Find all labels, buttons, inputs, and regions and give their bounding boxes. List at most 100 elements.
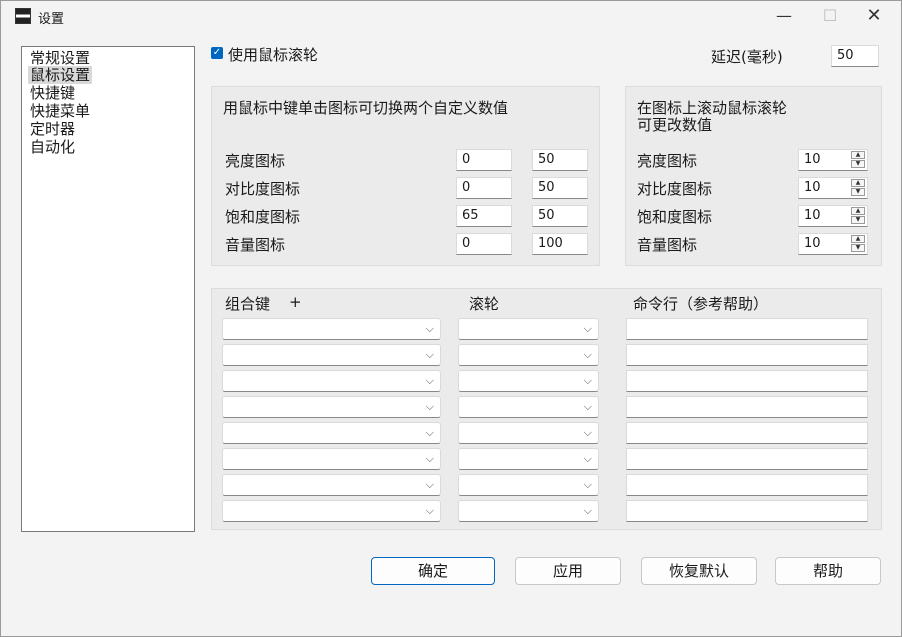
settings-window: 设置 — ☐ ✕ 常规设置 鼠标设置 快捷键 快捷菜单 定时器 自动化 ✓ 使用… [0, 0, 902, 637]
wheel-direction-select[interactable]: ⌵ [458, 422, 599, 444]
nav-item-automation[interactable]: 自动化 [28, 138, 77, 156]
wheel-direction-select[interactable]: ⌵ [458, 448, 599, 470]
scroll-saturation-spin-buttons: ▲ ▼ [851, 207, 866, 225]
apply-button[interactable]: 应用 [515, 557, 621, 585]
chevron-down-icon: ⌵ [583, 322, 592, 335]
middle-brightness-value1[interactable]: 0 [456, 149, 512, 171]
combo-key-select[interactable]: ⌵ [222, 370, 441, 392]
scroll-volume-spin-buttons: ▲ ▼ [851, 235, 866, 253]
chevron-down-icon: ⌵ [583, 426, 592, 439]
chevron-down-icon: ⌵ [583, 452, 592, 465]
scroll-contrast-spinner[interactable]: 10 ▲ ▼ [798, 177, 868, 199]
middle-saturation-value1[interactable]: 65 [456, 205, 512, 227]
spin-up-icon[interactable]: ▲ [851, 235, 865, 243]
scroll-volume-spinner[interactable]: 10 ▲ ▼ [798, 233, 868, 255]
combo-key-select[interactable]: ⌵ [222, 318, 441, 340]
col-header-combo: 组合键 [225, 295, 271, 313]
middle-volume-label: 音量图标 [225, 236, 286, 254]
spin-down-icon[interactable]: ▼ [851, 188, 865, 196]
spin-up-icon[interactable]: ▲ [851, 207, 865, 215]
wheel-direction-select[interactable]: ⌵ [458, 474, 599, 496]
scroll-saturation-label: 饱和度图标 [637, 208, 713, 226]
middle-contrast-value2[interactable]: 50 [532, 177, 588, 199]
col-header-command: 命令行（参考帮助） [633, 295, 769, 313]
bindings-group: 组合键 + 滚轮 命令行（参考帮助） ⌵ ⌵ ⌵ ⌵ ⌵ ⌵ ⌵ ⌵ ⌵ ⌵ ⌵ ⌵ ⌵ ⌵ ⌵ ⌵ [211, 288, 882, 530]
chevron-down-icon: ⌵ [583, 374, 592, 387]
scroll-brightness-spin-buttons: ▲ ▼ [851, 151, 866, 169]
chevron-down-icon: ⌵ [425, 478, 434, 491]
use-wheel-checkbox[interactable]: ✓ [211, 47, 223, 59]
chevron-down-icon: ⌵ [425, 452, 434, 465]
chevron-down-icon: ⌵ [425, 322, 434, 335]
col-header-plus: + [289, 293, 302, 311]
nav-item-mouse[interactable]: 鼠标设置 [28, 66, 93, 84]
combo-key-select[interactable]: ⌵ [222, 396, 441, 418]
chevron-down-icon: ⌵ [425, 348, 434, 361]
nav-item-quick-menu[interactable]: 快捷菜单 [28, 102, 92, 120]
combo-key-select[interactable]: ⌵ [222, 500, 441, 522]
middle-contrast-value1[interactable]: 0 [456, 177, 512, 199]
middle-saturation-label: 饱和度图标 [225, 208, 301, 226]
spin-down-icon[interactable]: ▼ [851, 160, 865, 168]
settings-nav-list[interactable]: 常规设置 鼠标设置 快捷键 快捷菜单 定时器 自动化 [21, 46, 195, 532]
combo-key-select[interactable]: ⌵ [222, 474, 441, 496]
chevron-down-icon: ⌵ [583, 504, 592, 517]
command-line-input[interactable] [626, 422, 868, 444]
restore-defaults-button[interactable]: 恢复默认 [641, 557, 757, 585]
wheel-direction-select[interactable]: ⌵ [458, 318, 599, 340]
nav-item-hotkeys[interactable]: 快捷键 [28, 84, 77, 102]
app-icon [15, 8, 31, 24]
scroll-brightness-spinner[interactable]: 10 ▲ ▼ [798, 149, 868, 171]
nav-item-general[interactable]: 常规设置 [28, 49, 92, 67]
title-bar[interactable]: 设置 — ☐ ✕ [1, 1, 901, 31]
wheel-direction-select[interactable]: ⌵ [458, 344, 599, 366]
command-line-input[interactable] [626, 396, 868, 418]
wheel-direction-select[interactable]: ⌵ [458, 396, 599, 418]
middle-click-group: 用鼠标中键单击图标可切换两个自定义数值 亮度图标 0 50 对比度图标 0 50… [211, 86, 600, 266]
use-wheel-label[interactable]: 使用鼠标滚轮 [228, 44, 318, 65]
close-button[interactable]: ✕ [851, 1, 897, 31]
combo-key-select[interactable]: ⌵ [222, 448, 441, 470]
chevron-down-icon: ⌵ [425, 400, 434, 413]
chevron-down-icon: ⌵ [425, 374, 434, 387]
chevron-down-icon: ⌵ [583, 478, 592, 491]
middle-volume-value2[interactable]: 100 [532, 233, 588, 255]
col-header-wheel: 滚轮 [469, 295, 500, 313]
command-line-input[interactable] [626, 474, 868, 496]
maximize-button[interactable]: ☐ [807, 1, 853, 31]
middle-click-heading: 用鼠标中键单击图标可切换两个自定义数值 [223, 99, 509, 117]
middle-volume-value1[interactable]: 0 [456, 233, 512, 255]
wheel-direction-select[interactable]: ⌵ [458, 370, 599, 392]
combo-key-select[interactable]: ⌵ [222, 422, 441, 444]
command-line-input[interactable] [626, 370, 868, 392]
help-button[interactable]: 帮助 [775, 557, 881, 585]
window-title: 设置 [38, 12, 65, 27]
scroll-brightness-label: 亮度图标 [637, 152, 698, 170]
scroll-brightness-value: 10 [804, 152, 821, 167]
scroll-saturation-spinner[interactable]: 10 ▲ ▼ [798, 205, 868, 227]
middle-saturation-value2[interactable]: 50 [532, 205, 588, 227]
scroll-contrast-value: 10 [804, 180, 821, 195]
spin-down-icon[interactable]: ▼ [851, 244, 865, 252]
scroll-contrast-spin-buttons: ▲ ▼ [851, 179, 866, 197]
command-line-input[interactable] [626, 448, 868, 470]
middle-contrast-label: 对比度图标 [225, 180, 301, 198]
chevron-down-icon: ⌵ [425, 426, 434, 439]
nav-item-timer[interactable]: 定时器 [28, 120, 77, 138]
combo-key-select[interactable]: ⌵ [222, 344, 441, 366]
delay-label: 延迟(毫秒) [711, 48, 783, 66]
middle-brightness-value2[interactable]: 50 [532, 149, 588, 171]
ok-button[interactable]: 确定 [371, 557, 495, 585]
spin-down-icon[interactable]: ▼ [851, 216, 865, 224]
wheel-direction-select[interactable]: ⌵ [458, 500, 599, 522]
middle-brightness-label: 亮度图标 [225, 152, 286, 170]
command-line-input[interactable] [626, 318, 868, 340]
minimize-button[interactable]: — [761, 1, 807, 31]
delay-input[interactable]: 50 [831, 45, 879, 67]
scroll-contrast-label: 对比度图标 [637, 180, 713, 198]
command-line-input[interactable] [626, 500, 868, 522]
spin-up-icon[interactable]: ▲ [851, 151, 865, 159]
command-line-input[interactable] [626, 344, 868, 366]
chevron-down-icon: ⌵ [425, 504, 434, 517]
spin-up-icon[interactable]: ▲ [851, 179, 865, 187]
